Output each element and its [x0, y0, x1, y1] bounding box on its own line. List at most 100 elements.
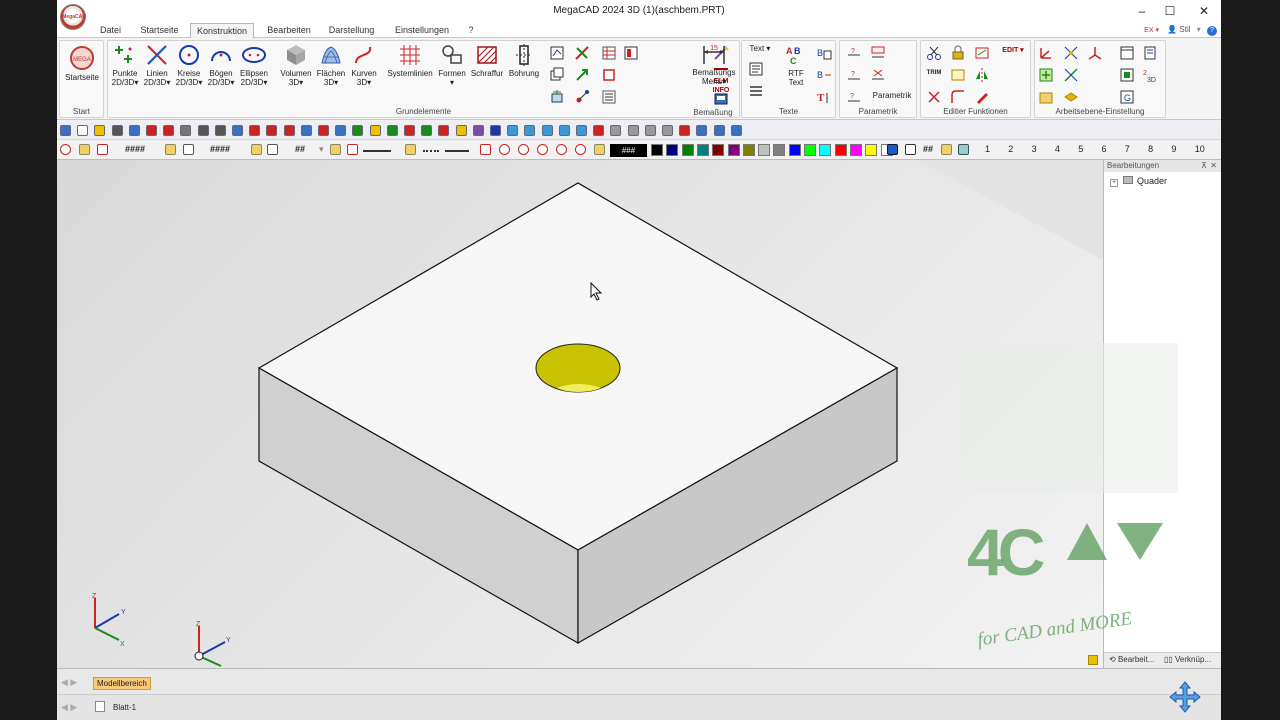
param-edit-icon[interactable] — [870, 45, 886, 61]
color-swatch[interactable] — [834, 144, 847, 156]
view-layers-icon[interactable] — [1143, 45, 1159, 61]
flaechen-button[interactable]: Flächen 3D▾ — [314, 43, 348, 87]
color-swatch[interactable] — [849, 144, 862, 156]
toolbar-tool-icon[interactable] — [197, 125, 209, 136]
systemlinien-button[interactable]: Systemlinien — [385, 43, 435, 78]
nav-prev-icon[interactable]: ◀ ▶ — [61, 677, 77, 688]
zoom-window-icon[interactable] — [518, 144, 529, 155]
toolbar-tool-icon[interactable] — [713, 125, 725, 136]
model-space-tab[interactable]: Modellbereich — [93, 677, 151, 690]
color-swatch[interactable] — [727, 144, 740, 156]
toolbar-tool-icon[interactable] — [438, 125, 450, 136]
toolbar-tool-icon[interactable] — [593, 125, 605, 136]
toolbar-tool-icon[interactable] — [180, 125, 192, 136]
sheet-nav-icon[interactable]: ◀ ▶ — [61, 702, 77, 713]
hash-field[interactable]: ## — [923, 144, 933, 154]
toolbar-tool-icon[interactable] — [576, 125, 587, 136]
expand-icon[interactable]: + — [1110, 179, 1118, 187]
workplane-axes-icon[interactable] — [1038, 45, 1054, 61]
lock-small-icon-6[interactable] — [594, 144, 605, 155]
tab-konstruktion[interactable]: Konstruktion — [190, 23, 254, 38]
tab-bearbeiten[interactable]: Bearbeiten — [266, 23, 312, 38]
linestyle-solid[interactable] — [445, 150, 469, 152]
linewidth-icon[interactable] — [347, 144, 358, 155]
pen-icon[interactable] — [183, 144, 194, 155]
snap-star-icon[interactable] — [60, 144, 71, 155]
toolbar-tool-icon[interactable] — [335, 125, 347, 136]
kreise-button[interactable]: Kreise 2D/3D▾ — [173, 43, 205, 87]
color-field[interactable]: ### — [610, 144, 647, 157]
megacad-logo-icon[interactable]: MegaCAD — [60, 4, 86, 30]
fillet-icon[interactable] — [950, 89, 966, 105]
close-button[interactable]: ✕ — [1189, 2, 1219, 20]
workplane-coord-icon[interactable] — [1087, 45, 1103, 61]
zoom-prev-icon[interactable] — [556, 144, 567, 155]
workplane-box-icon[interactable] — [1038, 89, 1054, 105]
toolbar-tool-icon[interactable] — [679, 125, 691, 136]
lock-small-icon-7[interactable] — [941, 144, 952, 155]
param-delete-icon[interactable] — [870, 67, 886, 83]
stretch-icon[interactable] — [974, 45, 990, 61]
text-edit-icon[interactable]: B — [816, 45, 832, 61]
render-icon[interactable] — [905, 144, 916, 155]
tree-item-quader[interactable]: + Quader — [1110, 176, 1167, 187]
zoom-next-icon[interactable] — [575, 144, 586, 155]
color-swatch[interactable] — [758, 144, 771, 156]
toolbar-tool-icon[interactable] — [507, 125, 519, 136]
toolbar-tool-icon[interactable] — [730, 125, 742, 136]
pen-field[interactable]: #### — [210, 144, 230, 154]
sheet-tab[interactable]: Blatt-1 — [113, 703, 136, 712]
color-swatch[interactable] — [712, 144, 725, 156]
extend-icon[interactable] — [926, 89, 942, 105]
linestyle-preview[interactable] — [363, 150, 391, 152]
layer-number[interactable]: 7 — [1125, 144, 1130, 154]
layer-number[interactable]: 6 — [1102, 144, 1107, 154]
view-window-icon[interactable] — [1119, 45, 1135, 61]
layer-number[interactable]: 9 — [1171, 144, 1176, 154]
minimize-button[interactable]: – — [1127, 2, 1157, 20]
zoom-out-icon[interactable] — [480, 144, 491, 155]
volumen-button[interactable]: Volumen 3D▾ — [278, 43, 314, 87]
toolbar-tool-icon[interactable] — [300, 125, 312, 136]
style-selector[interactable]: EX ▾ 👤 Stil ▾ ? — [1144, 23, 1217, 37]
startseite-button[interactable]: MEGA Startseite — [62, 45, 102, 82]
toolbar-tool-icon[interactable] — [146, 125, 157, 136]
help-icon[interactable]: ? — [1207, 26, 1217, 36]
color-swatch[interactable] — [788, 144, 801, 156]
rect-icon[interactable] — [601, 67, 617, 83]
color-swatch[interactable] — [681, 144, 694, 156]
tab-datei[interactable]: Datei — [97, 23, 124, 38]
layer-number[interactable]: 1 — [985, 144, 990, 154]
linetype-field[interactable]: #### — [125, 144, 145, 154]
tangent-icon[interactable] — [574, 45, 590, 61]
scissors-icon[interactable] — [926, 45, 942, 61]
color-swatch[interactable] — [819, 144, 832, 156]
layer-number[interactable]: 3 — [1032, 144, 1037, 154]
bemassungs-menu-button[interactable]: 15 Bemaßungs Menü▾ — [691, 42, 737, 86]
linien-button[interactable]: Linien 2D/3D▾ — [141, 43, 173, 87]
boegen-button[interactable]: Bögen 2D/3D▾ — [205, 43, 237, 87]
linestyle-dotted[interactable] — [423, 150, 439, 152]
mirror-icon[interactable] — [974, 67, 990, 83]
view-g-icon[interactable]: G — [1119, 89, 1135, 105]
panel-tab-bearbeitungen[interactable]: ⟲ Bearbeit... — [1109, 655, 1154, 664]
toolbar-tool-icon[interactable] — [128, 125, 140, 136]
lock-icon[interactable] — [950, 45, 966, 61]
tab-help[interactable]: ? — [465, 23, 477, 38]
toolbar-tool-icon[interactable] — [283, 125, 295, 136]
color-swatch[interactable] — [696, 144, 709, 156]
lock-small-icon-4[interactable] — [330, 144, 341, 155]
arrow-green-icon[interactable] — [574, 67, 590, 83]
workplane-plane-icon[interactable] — [1063, 89, 1079, 105]
toolbar-tool-icon[interactable] — [352, 125, 364, 136]
exit-icon[interactable]: EX ▾ — [1144, 27, 1159, 34]
color-swatch[interactable] — [773, 144, 786, 156]
ellipsen-button[interactable]: Ellipsen 2D/3D▾ — [237, 43, 271, 87]
3d-color-icon[interactable] — [887, 144, 898, 155]
pen-edit-icon[interactable] — [974, 89, 990, 105]
toolbar-tool-icon[interactable] — [318, 125, 329, 136]
text-block-icon[interactable] — [748, 61, 764, 77]
formen-button[interactable]: Formen ▾ — [437, 43, 467, 87]
color-swatch[interactable] — [865, 144, 878, 156]
drawing-viewport[interactable]: Z Y X Z Y — [57, 160, 1103, 668]
